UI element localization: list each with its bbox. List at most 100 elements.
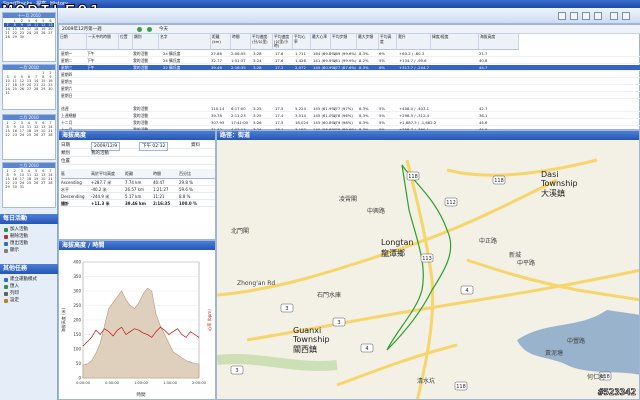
elevation-col-header[interactable]: 高於平均高度 bbox=[91, 170, 115, 177]
calendar-day[interactable]: 28 bbox=[47, 133, 54, 137]
table-row[interactable]: 星期六 bbox=[59, 86, 640, 92]
grid-column-header[interactable]: 距離 (km) bbox=[211, 34, 231, 50]
table-cell: 36.1 bbox=[479, 113, 488, 118]
table-row[interactable]: 星期日 bbox=[59, 93, 640, 99]
table-row[interactable]: 這週 我的活動 110.14 6:17:00 3:25 17.5 5,224 145 (61.… bbox=[59, 106, 640, 112]
table-row[interactable]: 上週總額 我的活動 39.78 2:11:23 3:25 17.4 3,014 145 (61… bbox=[59, 113, 640, 119]
calendar-day[interactable]: 31 bbox=[18, 185, 25, 189]
grid-filter[interactable]: 今天 bbox=[159, 25, 168, 34]
grid-column-header[interactable]: 爬升 bbox=[397, 34, 431, 50]
task-item[interactable]: 顯示 bbox=[4, 248, 19, 254]
grid-column-header[interactable]: 平均高度 bbox=[379, 34, 397, 50]
grid-column-header[interactable]: 名字 bbox=[159, 34, 211, 50]
grid-column-header[interactable]: 平均速度 (分/公里) bbox=[251, 34, 273, 50]
calendar-day[interactable]: 26 bbox=[33, 133, 40, 137]
table-row[interactable]: 星期一 下午 我的活動 24 攝氏度 27.86 2:06:55 3:28 17.6 1,711… bbox=[59, 51, 640, 57]
play-icon[interactable] bbox=[137, 27, 142, 32]
calendar-day[interactable]: 25 bbox=[25, 181, 32, 185]
view-list-button[interactable] bbox=[558, 12, 566, 20]
task-label: 加入活動 bbox=[10, 227, 28, 232]
calendar-day[interactable]: 29 bbox=[11, 35, 18, 39]
calendar-day[interactable]: 29 bbox=[4, 185, 11, 189]
elevation-col-header[interactable]: 區 bbox=[61, 170, 65, 177]
grid-column-header[interactable]: 時間 bbox=[231, 34, 251, 50]
elevation-table-row[interactable]: Ascending +287.7 米 7.74 km 40:47 29.8 % bbox=[61, 179, 215, 186]
calendar-days: 1 2 3 4 5 6 7 8 9 10 11 12 13 14 15 16 17 18 19 20 21 22 23 24 2… bbox=[3, 120, 55, 138]
daily-tasks-header[interactable]: 每日活動 bbox=[0, 214, 58, 224]
grid-column-header[interactable]: 平均心率 bbox=[293, 34, 311, 50]
location-row: 位置 bbox=[61, 158, 215, 165]
grid-column-header[interactable]: 海拔高度 bbox=[479, 34, 519, 50]
task-item[interactable]: 加入活動 bbox=[4, 227, 28, 233]
task-item[interactable]: 刪除活動 bbox=[4, 234, 28, 240]
elevation-table-row[interactable]: Descending -244.9 米 5.17 km 11:21 8.8 % bbox=[61, 193, 215, 200]
map-labels: Dasi Township 大溪鎮 Longtan 龍潭鄉 Guanxi Township 關… bbox=[217, 140, 639, 399]
table-cell: 3,014 bbox=[295, 113, 306, 118]
table-row[interactable]: 星期四 bbox=[59, 72, 640, 78]
elevation-col-header[interactable]: 距離 bbox=[125, 170, 133, 177]
map-panel[interactable]: 路徑：街道 118 3 112 3 4 113 118 4 3 118 118 Dasi Townsh… bbox=[216, 130, 640, 400]
grid-column-header[interactable]: 緯度/經度 bbox=[431, 34, 479, 50]
table-row[interactable]: 星期二 下午 我的活動 24 攝氏度 32.77 1:51:37 3:24 17.6 1,426… bbox=[59, 58, 640, 64]
calendar-day[interactable]: 25 bbox=[33, 31, 40, 35]
calendar-day[interactable]: 30 bbox=[18, 35, 25, 39]
calendar-day[interactable]: 29 bbox=[40, 87, 47, 91]
calendar-day[interactable]: 27 bbox=[40, 133, 47, 137]
settings-button[interactable] bbox=[610, 12, 618, 20]
grid-column-header[interactable]: 平均速度 (公里/小時) bbox=[273, 34, 293, 50]
grid-column-header[interactable]: 位置 bbox=[119, 34, 133, 50]
table-row[interactable]: 十二月 我的活動 307.93 17:41:00 3:26 17.5 18,024 145 (… bbox=[59, 120, 640, 126]
task-item[interactable]: 列印 bbox=[4, 291, 19, 297]
calendar-day[interactable]: 27 bbox=[40, 181, 47, 185]
table-cell: 星期六 bbox=[61, 86, 73, 91]
calendar-day[interactable]: 31 bbox=[4, 91, 11, 95]
calendar-day[interactable]: 30 bbox=[11, 185, 18, 189]
elevation-col-header[interactable]: 時間 bbox=[153, 170, 161, 177]
calendar-day[interactable]: 25 bbox=[25, 133, 32, 137]
calendar-day[interactable]: 28 bbox=[4, 35, 11, 39]
calendar-day[interactable]: 27 bbox=[47, 31, 54, 35]
table-row[interactable]: 星期三 下午 我的活動 22 攝氏度 39.46 2:16:35 3:28 17.2 2,072… bbox=[59, 65, 640, 71]
calendar-day[interactable]: 26 bbox=[40, 31, 47, 35]
task-item[interactable]: 設定 bbox=[4, 298, 19, 304]
view-map-button[interactable] bbox=[582, 12, 590, 20]
calendar-day[interactable]: 22 bbox=[4, 133, 11, 137]
elevation-table-row[interactable]: 總計 +11.3 米 39.46 km 2:16:35 100.0 % bbox=[61, 200, 215, 207]
grid-column-header[interactable]: 最大心率 bbox=[311, 34, 331, 50]
y-tick-label: 50 bbox=[76, 361, 82, 366]
grid-column-header[interactable]: 日期 bbox=[59, 34, 87, 50]
calendar-day[interactable]: 30 bbox=[47, 87, 54, 91]
detail-link[interactable]: 資料 bbox=[191, 142, 200, 149]
calendar-day[interactable]: 28 bbox=[47, 181, 54, 185]
category-value[interactable]: 我的活動 bbox=[91, 150, 109, 157]
task-item[interactable]: 匯出活動 bbox=[4, 241, 28, 247]
elevation-cell: 1:21:27 bbox=[153, 187, 169, 192]
task-item[interactable]: 建立運動模式 bbox=[4, 277, 37, 283]
calendar-day[interactable]: 24 bbox=[18, 133, 25, 137]
grid-column-header[interactable]: 最大步頻 bbox=[357, 34, 379, 50]
elevation-table-row[interactable]: 水平 -40.2 米 26.57 km 1:21:27 59.6 % bbox=[61, 186, 215, 193]
view-chart-button[interactable] bbox=[594, 12, 602, 20]
calendar-day[interactable]: 27 bbox=[25, 87, 32, 91]
help-button[interactable] bbox=[622, 12, 630, 20]
calendar-day[interactable]: 25 bbox=[11, 87, 18, 91]
elevation-chart[interactable]: 0 50 100 150 200 250 300 350 400 0:00:00 0:30:00 1:… bbox=[59, 250, 215, 400]
calendar-day[interactable]: 26 bbox=[18, 87, 25, 91]
other-tasks-header[interactable]: 其他任務 bbox=[0, 264, 58, 274]
map-place-label: 何仁村 bbox=[587, 374, 606, 381]
grid-column-header[interactable]: 類別 bbox=[133, 34, 159, 50]
task-item[interactable]: 匯入 bbox=[4, 284, 19, 290]
next-icon[interactable] bbox=[147, 27, 152, 32]
calendar-day[interactable]: 23 bbox=[11, 133, 18, 137]
view-calendar-button[interactable] bbox=[570, 12, 578, 20]
map-place-label: 中豐路 bbox=[567, 338, 586, 345]
grid-column-header[interactable]: 一天中的時間 bbox=[87, 34, 119, 50]
table-row[interactable]: 星期五 bbox=[59, 79, 640, 85]
y-tick-label: 400 bbox=[73, 260, 81, 265]
calendar-day[interactable]: 26 bbox=[33, 181, 40, 185]
table-cell: 307.93 bbox=[211, 120, 225, 125]
calendar-day[interactable]: 24 bbox=[25, 31, 32, 35]
calendar-day[interactable]: 28 bbox=[33, 87, 40, 91]
elevation-col-header[interactable]: 百分比 bbox=[179, 170, 191, 177]
grid-column-header[interactable]: 平均步頻 bbox=[331, 34, 357, 50]
